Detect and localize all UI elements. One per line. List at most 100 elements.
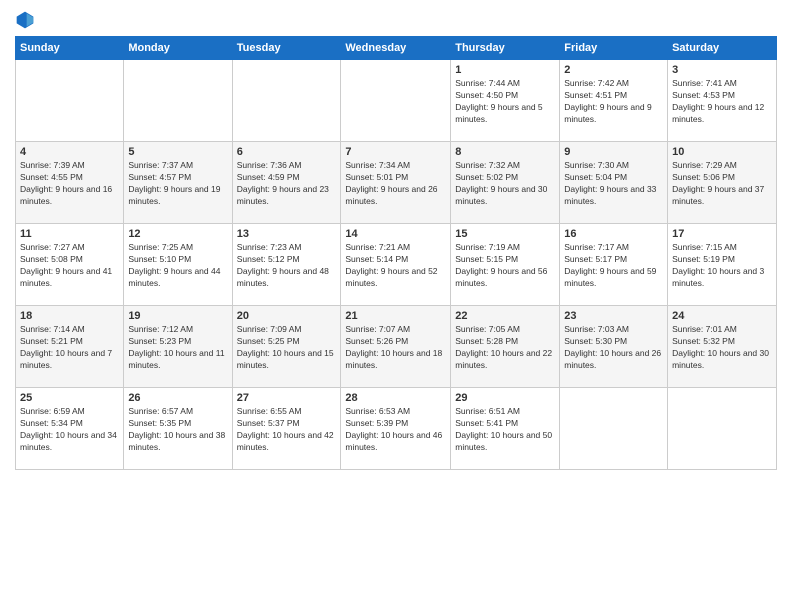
header-cell-saturday: Saturday bbox=[668, 37, 777, 60]
day-cell: 2 Sunrise: 7:42 AMSunset: 4:51 PMDaylight… bbox=[560, 60, 668, 142]
day-cell: 29 Sunrise: 6:51 AMSunset: 5:41 PMDayligh… bbox=[451, 388, 560, 470]
day-number: 29 bbox=[455, 392, 555, 404]
day-number: 4 bbox=[20, 146, 119, 158]
day-info: Sunrise: 7:17 AMSunset: 5:17 PMDaylight:… bbox=[564, 242, 663, 290]
day-info: Sunrise: 7:25 AMSunset: 5:10 PMDaylight:… bbox=[128, 242, 227, 290]
logo-icon bbox=[15, 10, 35, 30]
day-number: 12 bbox=[128, 228, 227, 240]
day-number: 6 bbox=[237, 146, 337, 158]
day-number: 7 bbox=[345, 146, 446, 158]
day-info: Sunrise: 7:44 AMSunset: 4:50 PMDaylight:… bbox=[455, 78, 555, 126]
day-cell: 9 Sunrise: 7:30 AMSunset: 5:04 PMDaylight… bbox=[560, 142, 668, 224]
day-info: Sunrise: 7:37 AMSunset: 4:57 PMDaylight:… bbox=[128, 160, 227, 208]
page: SundayMondayTuesdayWednesdayThursdayFrid… bbox=[0, 0, 792, 612]
day-number: 15 bbox=[455, 228, 555, 240]
day-number: 5 bbox=[128, 146, 227, 158]
day-info: Sunrise: 6:53 AMSunset: 5:39 PMDaylight:… bbox=[345, 406, 446, 454]
day-cell: 26 Sunrise: 6:57 AMSunset: 5:35 PMDayligh… bbox=[124, 388, 232, 470]
day-cell bbox=[668, 388, 777, 470]
day-number: 28 bbox=[345, 392, 446, 404]
header-cell-friday: Friday bbox=[560, 37, 668, 60]
day-info: Sunrise: 7:12 AMSunset: 5:23 PMDaylight:… bbox=[128, 324, 227, 372]
day-cell: 6Sunrise: 7:36 AMSunset: 4:59 PMDaylight… bbox=[232, 142, 341, 224]
day-number: 19 bbox=[128, 310, 227, 322]
day-info: Sunrise: 7:05 AMSunset: 5:28 PMDaylight:… bbox=[455, 324, 555, 372]
week-row-0: 1 Sunrise: 7:44 AMSunset: 4:50 PMDaylight… bbox=[16, 60, 777, 142]
day-info: Sunrise: 7:19 AMSunset: 5:15 PMDaylight:… bbox=[455, 242, 555, 290]
day-cell: 16 Sunrise: 7:17 AMSunset: 5:17 PMDayligh… bbox=[560, 224, 668, 306]
day-number: 16 bbox=[564, 228, 663, 240]
day-cell: 24 Sunrise: 7:01 AMSunset: 5:32 PMDayligh… bbox=[668, 306, 777, 388]
header-cell-monday: Monday bbox=[124, 37, 232, 60]
day-number: 18 bbox=[20, 310, 119, 322]
day-cell bbox=[16, 60, 124, 142]
day-info: Sunrise: 7:01 AMSunset: 5:32 PMDaylight:… bbox=[672, 324, 772, 372]
week-row-4: 25Sunrise: 6:59 AMSunset: 5:34 PMDayligh… bbox=[16, 388, 777, 470]
day-info: Sunrise: 6:57 AMSunset: 5:35 PMDaylight:… bbox=[128, 406, 227, 454]
day-info: Sunrise: 7:27 AMSunset: 5:08 PMDaylight:… bbox=[20, 242, 119, 290]
day-number: 22 bbox=[455, 310, 555, 322]
day-cell bbox=[560, 388, 668, 470]
day-cell bbox=[124, 60, 232, 142]
day-cell: 15 Sunrise: 7:19 AMSunset: 5:15 PMDayligh… bbox=[451, 224, 560, 306]
day-cell: 10 Sunrise: 7:29 AMSunset: 5:06 PMDayligh… bbox=[668, 142, 777, 224]
day-cell: 27 Sunrise: 6:55 AMSunset: 5:37 PMDayligh… bbox=[232, 388, 341, 470]
day-info: Sunrise: 7:21 AMSunset: 5:14 PMDaylight:… bbox=[345, 242, 446, 290]
day-cell: 14 Sunrise: 7:21 AMSunset: 5:14 PMDayligh… bbox=[341, 224, 451, 306]
day-number: 24 bbox=[672, 310, 772, 322]
day-cell: 19 Sunrise: 7:12 AMSunset: 5:23 PMDayligh… bbox=[124, 306, 232, 388]
day-cell: 20 Sunrise: 7:09 AMSunset: 5:25 PMDayligh… bbox=[232, 306, 341, 388]
day-number: 13 bbox=[237, 228, 337, 240]
day-cell: 8Sunrise: 7:32 AMSunset: 5:02 PMDaylight… bbox=[451, 142, 560, 224]
day-info: Sunrise: 7:41 AMSunset: 4:53 PMDaylight:… bbox=[672, 78, 772, 126]
header bbox=[15, 10, 777, 30]
day-info: Sunrise: 7:03 AMSunset: 5:30 PMDaylight:… bbox=[564, 324, 663, 372]
day-number: 23 bbox=[564, 310, 663, 322]
day-info: Sunrise: 7:09 AMSunset: 5:25 PMDaylight:… bbox=[237, 324, 337, 372]
day-info: Sunrise: 7:29 AMSunset: 5:06 PMDaylight:… bbox=[672, 160, 772, 208]
day-cell bbox=[232, 60, 341, 142]
day-cell: 25Sunrise: 6:59 AMSunset: 5:34 PMDayligh… bbox=[16, 388, 124, 470]
day-info: Sunrise: 6:51 AMSunset: 5:41 PMDaylight:… bbox=[455, 406, 555, 454]
day-number: 21 bbox=[345, 310, 446, 322]
day-number: 17 bbox=[672, 228, 772, 240]
day-info: Sunrise: 7:30 AMSunset: 5:04 PMDaylight:… bbox=[564, 160, 663, 208]
day-cell: 5 Sunrise: 7:37 AMSunset: 4:57 PMDaylight… bbox=[124, 142, 232, 224]
day-cell: 1 Sunrise: 7:44 AMSunset: 4:50 PMDaylight… bbox=[451, 60, 560, 142]
day-info: Sunrise: 7:23 AMSunset: 5:12 PMDaylight:… bbox=[237, 242, 337, 290]
calendar-table: SundayMondayTuesdayWednesdayThursdayFrid… bbox=[15, 36, 777, 470]
day-number: 9 bbox=[564, 146, 663, 158]
day-number: 1 bbox=[455, 64, 555, 76]
day-number: 14 bbox=[345, 228, 446, 240]
day-cell: 23 Sunrise: 7:03 AMSunset: 5:30 PMDayligh… bbox=[560, 306, 668, 388]
day-number: 27 bbox=[237, 392, 337, 404]
day-info: Sunrise: 7:34 AMSunset: 5:01 PMDaylight:… bbox=[345, 160, 446, 208]
header-row: SundayMondayTuesdayWednesdayThursdayFrid… bbox=[16, 37, 777, 60]
day-info: Sunrise: 6:55 AMSunset: 5:37 PMDaylight:… bbox=[237, 406, 337, 454]
day-cell bbox=[341, 60, 451, 142]
day-cell: 13 Sunrise: 7:23 AMSunset: 5:12 PMDayligh… bbox=[232, 224, 341, 306]
day-cell: 22 Sunrise: 7:05 AMSunset: 5:28 PMDayligh… bbox=[451, 306, 560, 388]
header-cell-sunday: Sunday bbox=[16, 37, 124, 60]
day-number: 2 bbox=[564, 64, 663, 76]
day-cell: 7 Sunrise: 7:34 AMSunset: 5:01 PMDaylight… bbox=[341, 142, 451, 224]
day-cell: 18 Sunrise: 7:14 AMSunset: 5:21 PMDayligh… bbox=[16, 306, 124, 388]
day-info: Sunrise: 7:39 AMSunset: 4:55 PMDaylight:… bbox=[20, 160, 119, 208]
day-number: 20 bbox=[237, 310, 337, 322]
day-info: Sunrise: 7:42 AMSunset: 4:51 PMDaylight:… bbox=[564, 78, 663, 126]
week-row-1: 4 Sunrise: 7:39 AMSunset: 4:55 PMDaylight… bbox=[16, 142, 777, 224]
day-info: Sunrise: 6:59 AMSunset: 5:34 PMDaylight:… bbox=[20, 406, 119, 454]
day-cell: 21 Sunrise: 7:07 AMSunset: 5:26 PMDayligh… bbox=[341, 306, 451, 388]
day-number: 26 bbox=[128, 392, 227, 404]
week-row-3: 18 Sunrise: 7:14 AMSunset: 5:21 PMDayligh… bbox=[16, 306, 777, 388]
day-number: 10 bbox=[672, 146, 772, 158]
day-number: 11 bbox=[20, 228, 119, 240]
header-cell-wednesday: Wednesday bbox=[341, 37, 451, 60]
day-info: Sunrise: 7:14 AMSunset: 5:21 PMDaylight:… bbox=[20, 324, 119, 372]
day-cell: 4 Sunrise: 7:39 AMSunset: 4:55 PMDaylight… bbox=[16, 142, 124, 224]
header-cell-thursday: Thursday bbox=[451, 37, 560, 60]
day-info: Sunrise: 7:07 AMSunset: 5:26 PMDaylight:… bbox=[345, 324, 446, 372]
header-cell-tuesday: Tuesday bbox=[232, 37, 341, 60]
week-row-2: 11 Sunrise: 7:27 AMSunset: 5:08 PMDayligh… bbox=[16, 224, 777, 306]
day-cell: 28 Sunrise: 6:53 AMSunset: 5:39 PMDayligh… bbox=[341, 388, 451, 470]
